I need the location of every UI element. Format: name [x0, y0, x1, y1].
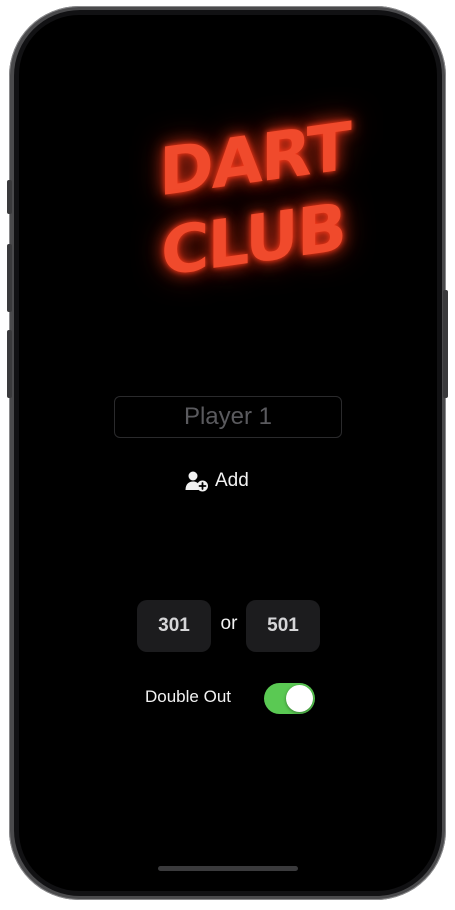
- player-name-input[interactable]: [114, 396, 342, 438]
- home-indicator[interactable]: [158, 866, 298, 871]
- volume-up-button: [7, 244, 12, 312]
- or-label: or: [220, 613, 238, 634]
- double-out-toggle[interactable]: [264, 683, 315, 714]
- double-out-label: Double Out: [145, 687, 231, 706]
- toggle-knob: [286, 685, 313, 712]
- power-button: [443, 290, 448, 398]
- mute-switch: [7, 180, 12, 214]
- add-player-button[interactable]: Add: [185, 466, 249, 496]
- person-add-icon: [185, 471, 208, 492]
- game-501-button[interactable]: 501: [246, 600, 320, 652]
- add-player-label: Add: [215, 470, 249, 491]
- logo-line-2: CLUB: [161, 188, 346, 292]
- volume-down-button: [7, 330, 12, 398]
- screen: DART CLUB Add 301 or 501 Double Out: [19, 15, 437, 891]
- dart-club-logo: DART CLUB: [159, 89, 350, 310]
- game-301-button[interactable]: 301: [137, 600, 211, 652]
